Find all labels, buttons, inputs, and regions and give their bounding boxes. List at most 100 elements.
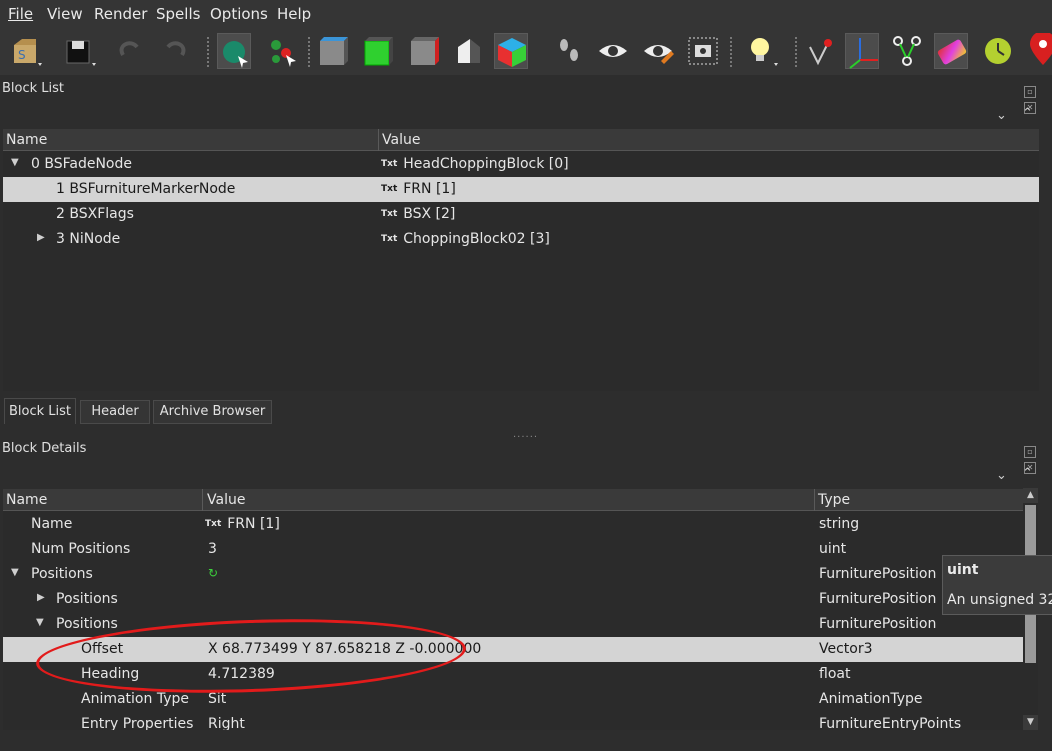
detail-type: FurnitureEntryPoints xyxy=(819,716,962,730)
collapsed-arrow-icon[interactable]: ▶ xyxy=(37,232,45,243)
collapse-all-icon[interactable]: ⌃ xyxy=(1022,466,1033,481)
detail-name: Animation Type xyxy=(81,691,189,707)
menu-file[interactable]: File xyxy=(8,5,33,23)
footprints-icon[interactable] xyxy=(552,33,586,69)
block-row-2[interactable]: 2 BSXFlags Txt BSX [2] xyxy=(3,202,1039,227)
expand-all-icon[interactable]: ⌄ xyxy=(996,108,1007,123)
detail-row-selected[interactable]: Offset X 68.773499 Y 87.658218 Z -0.0000… xyxy=(3,637,1023,662)
detail-row[interactable]: ▼ Positions FurniturePosition xyxy=(3,612,1023,637)
gradient-icon[interactable] xyxy=(934,33,968,69)
scroll-down-icon[interactable]: ▼ xyxy=(1023,715,1038,730)
block-row-value: Txt ChoppingBlock02 [3] xyxy=(381,231,550,247)
column-value[interactable]: Value xyxy=(382,132,420,148)
txt-icon: Txt xyxy=(381,209,398,219)
detail-row[interactable]: Heading 4.712389 float xyxy=(3,662,1023,687)
expand-all-icon[interactable]: ⌄ xyxy=(996,468,1007,483)
block-row-value: Txt FRN [1] xyxy=(381,181,456,197)
menu-render[interactable]: Render xyxy=(94,5,147,23)
tooltip-title: uint xyxy=(947,562,979,578)
cube-colored-icon[interactable] xyxy=(494,33,528,69)
detail-row[interactable]: Entry Properties Right FurnitureEntryPoi… xyxy=(3,712,1023,730)
block-list-title: Block List xyxy=(2,81,65,96)
detail-value[interactable]: Right xyxy=(208,716,245,730)
block-row-value: Txt BSX [2] xyxy=(381,206,456,222)
toolbar: S xyxy=(0,27,1052,75)
block-row-3[interactable]: ▶ 3 NiNode Txt ChoppingBlock02 [3] xyxy=(3,227,1039,252)
screenshot-icon[interactable] xyxy=(686,33,720,69)
block-details-dock-buttons[interactable]: ▫✕ xyxy=(1022,442,1048,474)
block-row-name: 2 BSXFlags xyxy=(56,206,134,222)
collapse-all-icon[interactable]: ⌃ xyxy=(1022,106,1033,121)
float-icon[interactable]: ▫ xyxy=(1024,86,1036,98)
undo-icon[interactable] xyxy=(113,33,147,69)
menu-help[interactable]: Help xyxy=(277,5,311,23)
detail-row[interactable]: ▶ Positions FurniturePosition xyxy=(3,587,1023,612)
column-name[interactable]: Name xyxy=(6,132,47,148)
tab-block-list[interactable]: Block List xyxy=(4,398,76,424)
type-tooltip: uint An unsigned 32- xyxy=(942,555,1052,615)
select-object-icon[interactable] xyxy=(217,33,251,69)
detail-name: Offset xyxy=(81,641,124,657)
detail-type: Vector3 xyxy=(819,641,873,657)
detail-value[interactable]: Txt FRN [1] xyxy=(205,516,280,532)
tab-header[interactable]: Header xyxy=(80,400,150,424)
scroll-up-icon[interactable]: ▲ xyxy=(1023,488,1038,503)
cube-red-icon[interactable] xyxy=(407,33,441,69)
detail-type: string xyxy=(819,516,860,532)
menu-spells[interactable]: Spells xyxy=(156,5,200,23)
eye-edit-icon[interactable] xyxy=(641,33,675,69)
menu-bar: File View Render Spells Options Help xyxy=(0,0,1052,27)
block-list-dock-buttons[interactable]: ▫✕ xyxy=(1022,82,1048,114)
txt-icon: Txt xyxy=(205,519,222,529)
txt-icon: Txt xyxy=(381,234,398,244)
detail-row[interactable]: Num Positions 3 uint xyxy=(3,537,1023,562)
expanded-arrow-icon[interactable]: ▼ xyxy=(11,157,19,168)
pin-icon[interactable] xyxy=(1026,33,1052,69)
detail-value[interactable]: 4.712389 xyxy=(208,666,275,682)
toolbar-separator xyxy=(308,37,310,67)
expanded-arrow-icon[interactable]: ▼ xyxy=(11,567,19,578)
eye-icon[interactable] xyxy=(596,33,630,69)
toolbar-separator xyxy=(207,37,209,67)
select-vertex-icon[interactable] xyxy=(266,33,300,69)
detail-row[interactable]: ▼ Positions ↻ FurniturePosition xyxy=(3,562,1023,587)
toolbar-separator xyxy=(730,37,732,67)
redo-icon[interactable] xyxy=(158,33,192,69)
nodes-icon[interactable] xyxy=(890,33,924,69)
collapsed-arrow-icon[interactable]: ▶ xyxy=(37,592,45,603)
detail-type: float xyxy=(819,666,851,682)
lightbulb-icon[interactable] xyxy=(744,33,778,69)
cube-green-icon[interactable] xyxy=(361,33,395,69)
block-details-title: Block Details xyxy=(2,441,87,456)
block-row-0[interactable]: ▼ 0 BSFadeNode Txt HeadChoppingBlock [0] xyxy=(3,152,1039,177)
detail-row[interactable]: Name Txt FRN [1] string xyxy=(3,512,1023,537)
expanded-arrow-icon[interactable]: ▼ xyxy=(36,617,44,628)
menu-view[interactable]: View xyxy=(47,5,83,23)
float-icon[interactable]: ▫ xyxy=(1024,446,1036,458)
detail-value[interactable]: X 68.773499 Y 87.658218 Z -0.000000 xyxy=(208,641,481,657)
detail-value[interactable]: Sit xyxy=(208,691,226,707)
save-icon[interactable] xyxy=(62,33,96,69)
clock-icon[interactable] xyxy=(981,33,1015,69)
detail-type: uint xyxy=(819,541,847,557)
detail-value[interactable]: 3 xyxy=(208,541,217,557)
detail-name: Entry Properties xyxy=(81,716,194,730)
column-name[interactable]: Name xyxy=(6,492,47,508)
splitter-handle[interactable]: ...... xyxy=(513,429,538,440)
detail-name: Positions xyxy=(56,616,118,632)
block-row-name: 1 BSFurnitureMarkerNode xyxy=(56,181,236,197)
panel-tabs: Block List Header Archive Browser xyxy=(0,398,1052,424)
block-row-1[interactable]: 1 BSFurnitureMarkerNode Txt FRN [1] xyxy=(3,177,1039,202)
tab-archive-browser[interactable]: Archive Browser xyxy=(153,400,272,424)
load-icon[interactable]: S xyxy=(8,33,42,69)
menu-options[interactable]: Options xyxy=(210,5,268,23)
cube-gray-icon[interactable] xyxy=(316,33,350,69)
axes-icon[interactable] xyxy=(845,33,879,69)
detail-type: FurniturePosition xyxy=(819,616,937,632)
marker-vector-icon[interactable] xyxy=(804,33,838,69)
refresh-icon[interactable]: ↻ xyxy=(208,566,218,580)
column-type[interactable]: Type xyxy=(818,492,850,508)
detail-row[interactable]: Animation Type Sit AnimationType xyxy=(3,687,1023,712)
column-value[interactable]: Value xyxy=(207,492,245,508)
shape-toggle-icon[interactable] xyxy=(452,33,486,69)
